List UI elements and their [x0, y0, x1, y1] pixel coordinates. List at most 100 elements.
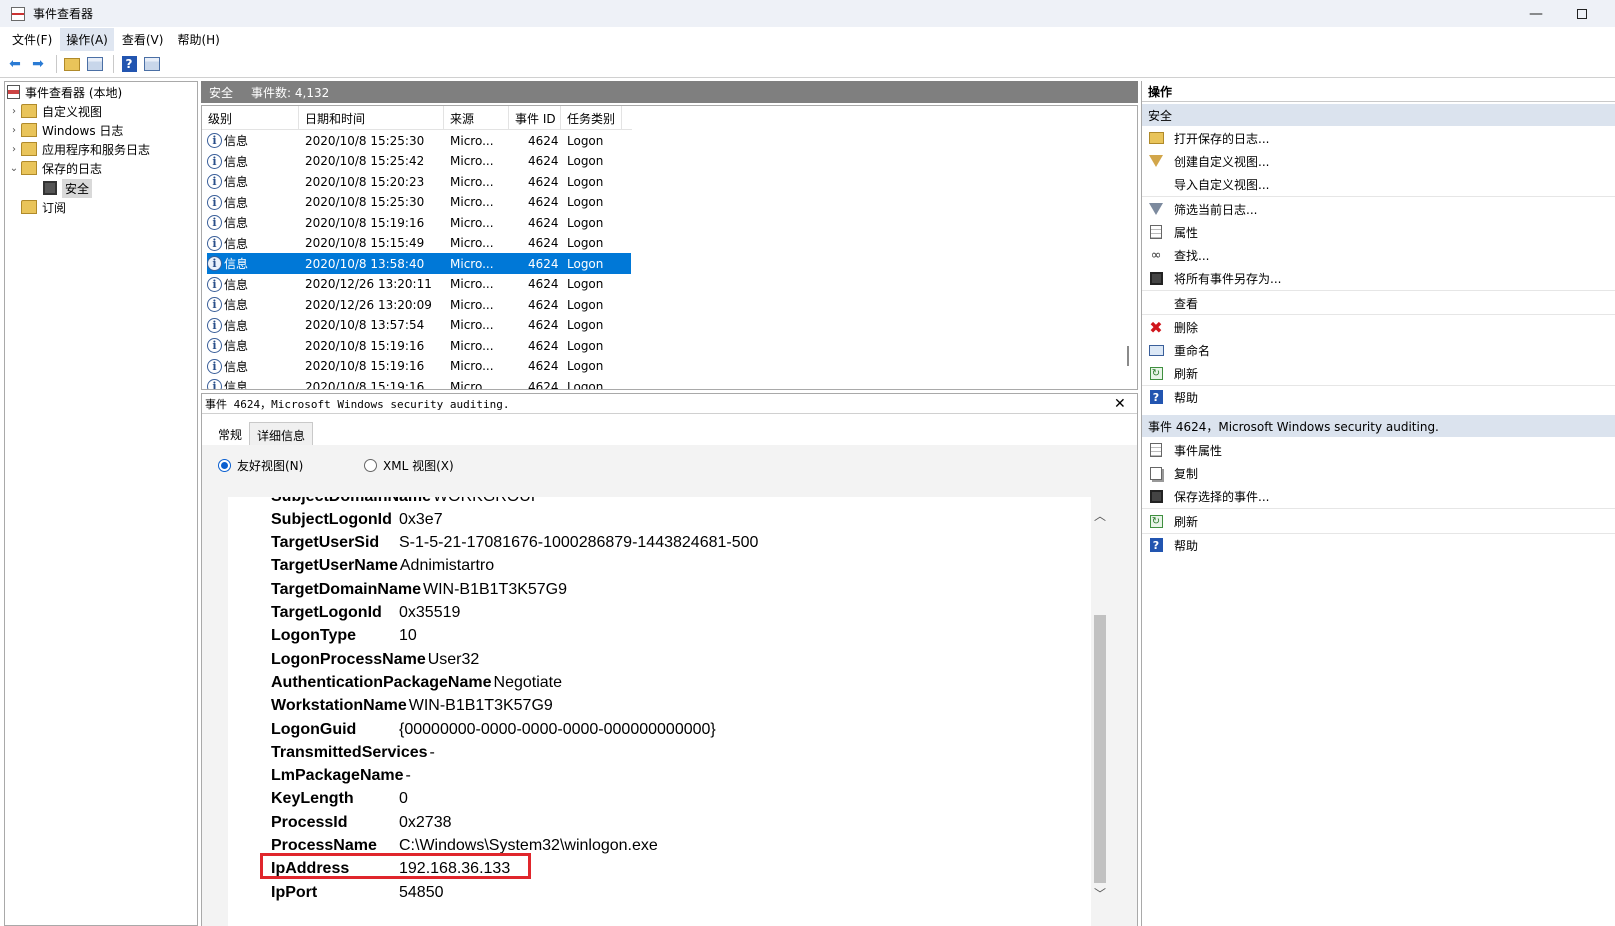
cell-event-id: 4624 — [528, 338, 559, 353]
action-copy[interactable]: 复制 — [1142, 462, 1615, 484]
tree-item-subscriptions[interactable]: 订阅 — [21, 197, 66, 217]
rename-icon — [1148, 343, 1164, 357]
up-folder-button[interactable] — [62, 54, 82, 74]
folder-icon — [21, 123, 37, 137]
tab-general[interactable]: 常规 — [211, 422, 249, 446]
maximize-button[interactable] — [1559, 0, 1605, 27]
open-folder-icon — [1148, 131, 1164, 145]
actions-section-event[interactable]: 事件 4624，Microsoft Windows security audit… — [1142, 415, 1615, 437]
field-name: TargetLogonId — [271, 604, 382, 621]
column-datetime[interactable]: 日期和时间 — [299, 106, 444, 130]
menu-action[interactable]: 操作(A) — [60, 27, 114, 51]
action-label: 保存选择的事件... — [1174, 489, 1270, 504]
collapse-chevron-icon[interactable]: ⌄ — [7, 163, 21, 174]
table-row[interactable]: i 信息 2020/10/8 13:57:54 Micro... 4624 Logon — [207, 315, 631, 336]
action-refresh[interactable]: ↻ 刷新 — [1142, 362, 1615, 384]
menu-view[interactable]: 查看(V) — [116, 28, 170, 51]
info-icon: i — [207, 256, 222, 271]
action-label: 将所有事件另存为... — [1174, 271, 1282, 286]
expand-chevron-icon[interactable]: › — [7, 144, 21, 155]
action-import-custom-view[interactable]: 导入自定义视图... — [1142, 173, 1615, 195]
tree-item-windows-logs[interactable]: › Windows 日志 — [7, 120, 123, 140]
action-delete[interactable]: ✖ 删除 — [1142, 316, 1615, 338]
info-icon: i — [207, 174, 222, 189]
menu-bar: 文件(F) 操作(A) 查看(V) 帮助(H) — [0, 27, 1615, 51]
event-list-scrollbar[interactable] — [1127, 346, 1129, 366]
detail-scrollbar[interactable]: ︿ ﹀ — [1091, 497, 1109, 926]
table-row[interactable]: i 信息 2020/10/8 15:20:23 Micro... 4624 Logon — [207, 171, 631, 192]
tree-item-app-service-logs[interactable]: › 应用程序和服务日志 — [7, 139, 150, 159]
forward-button[interactable]: ➡ — [28, 54, 48, 74]
table-row[interactable]: i 信息 2020/10/8 15:19:16 Micro... 4624 Logon — [207, 356, 631, 377]
cell-datetime: 2020/10/8 15:19:16 — [305, 215, 425, 230]
action-create-custom-view[interactable]: 创建自定义视图... — [1142, 150, 1615, 172]
tree-item-security[interactable]: 安全 — [43, 178, 93, 198]
action-save-selected-events[interactable]: 保存选择的事件... — [1142, 485, 1615, 507]
tree-root[interactable]: 事件查看器 (本地) — [7, 82, 122, 102]
cell-task-category: Logon — [567, 215, 604, 230]
table-row[interactable]: i 信息 2020/10/8 13:58:40 Micro... 4624 Logon — [207, 253, 631, 274]
event-data-row: SubjectDomainNameWORKGROUP — [271, 497, 542, 508]
show-hide-tree-button[interactable] — [85, 54, 105, 74]
action-help-event[interactable]: ? 帮助 — [1142, 534, 1615, 556]
info-icon: i — [207, 133, 222, 148]
event-data-row: IpPort 54850 — [271, 881, 444, 904]
radio-xml-view[interactable]: XML 视图(X) — [364, 457, 454, 474]
tree-item-label: 安全 — [62, 178, 93, 198]
radio-friendly-view[interactable]: 友好视图(N) — [218, 457, 303, 474]
cell-level: i 信息 — [207, 171, 299, 192]
tree-item-saved-logs[interactable]: ⌄ 保存的日志 — [7, 158, 102, 178]
table-row[interactable]: i 信息 2020/10/8 15:19:16 Micro... 4624 Logon — [207, 335, 631, 356]
action-rename[interactable]: 重命名 — [1142, 339, 1615, 361]
cell-datetime: 2020/10/8 15:19:16 — [305, 338, 425, 353]
cell-task-category: Logon — [567, 297, 604, 312]
action-help[interactable]: ? 帮助 — [1142, 386, 1615, 408]
actions-section-security[interactable]: 安全 — [1142, 104, 1615, 126]
table-row[interactable]: i 信息 2020/10/8 15:25:30 Micro... 4624 Logon — [207, 192, 631, 213]
refresh-icon: ↻ — [1148, 366, 1164, 380]
column-source[interactable]: 来源 — [444, 106, 509, 130]
action-view[interactable]: 查看 — [1142, 292, 1615, 314]
table-row[interactable]: i 信息 2020/10/8 15:25:30 Micro... 4624 Logon — [207, 130, 631, 151]
table-row[interactable]: i 信息 2020/10/8 15:25:42 Micro... 4624 Logon — [207, 151, 631, 172]
level-text: 信息 — [224, 236, 249, 251]
close-icon[interactable]: ✕ — [1114, 396, 1126, 412]
action-label: 复制 — [1174, 466, 1199, 481]
table-row[interactable]: i 信息 2020/12/26 13:20:11 Micro... 4624 Logon — [207, 274, 631, 295]
expand-chevron-icon[interactable]: › — [7, 125, 21, 136]
table-row[interactable]: i 信息 2020/12/26 13:20:09 Micro... 4624 Logon — [207, 294, 631, 315]
column-event-id[interactable]: 事件 ID — [509, 106, 561, 130]
tree-item-custom-views[interactable]: › 自定义视图 — [7, 101, 102, 121]
action-open-saved-log[interactable]: 打开保存的日志... — [1142, 127, 1615, 149]
back-button[interactable]: ⬅ — [5, 54, 25, 74]
table-row[interactable]: i 信息 2020/10/8 15:19:16 Micro... 4624 Logon — [207, 212, 631, 233]
menu-help[interactable]: 帮助(H) — [171, 28, 225, 51]
scrollbar-thumb[interactable] — [1094, 615, 1106, 883]
column-level[interactable]: 级别 — [202, 106, 299, 130]
scroll-up-chevron-icon[interactable]: ︿ — [1094, 507, 1106, 524]
action-filter-current-log[interactable]: 筛选当前日志... — [1142, 198, 1615, 220]
action-properties[interactable]: 属性 — [1142, 221, 1615, 243]
minimize-button[interactable]: — — [1513, 0, 1559, 27]
action-find[interactable]: ∞ 查找... — [1142, 244, 1615, 266]
help-button[interactable]: ? — [119, 54, 139, 74]
show-hide-action-pane-button[interactable] — [142, 54, 162, 74]
scroll-down-chevron-icon[interactable]: ﹀ — [1094, 885, 1106, 902]
table-row[interactable]: i 信息 2020/10/8 15:15:49 Micro... 4624 Logon — [207, 233, 631, 254]
table-row[interactable]: i 信息 2020/10/8 15:19:16 Micro... 4624 Logon — [207, 376, 631, 389]
action-refresh-event[interactable]: ↻ 刷新 — [1142, 510, 1615, 532]
level-text: 信息 — [224, 359, 249, 374]
action-save-all-events[interactable]: 将所有事件另存为... — [1142, 267, 1615, 289]
tab-details[interactable]: 详细信息 — [249, 422, 314, 446]
column-task-category[interactable]: 任务类别 — [561, 106, 622, 130]
save-disk-icon — [1148, 271, 1164, 285]
expand-chevron-icon[interactable]: › — [7, 106, 21, 117]
action-label: 创建自定义视图... — [1174, 154, 1270, 169]
cell-event-id: 4624 — [528, 359, 559, 373]
action-event-properties[interactable]: 事件属性 — [1142, 439, 1615, 461]
field-name: TransmittedServices — [271, 743, 428, 761]
menu-file[interactable]: 文件(F) — [6, 28, 58, 51]
cell-level: i 信息 — [207, 253, 299, 274]
info-icon: i — [207, 379, 222, 389]
maximize-icon — [1577, 8, 1587, 19]
